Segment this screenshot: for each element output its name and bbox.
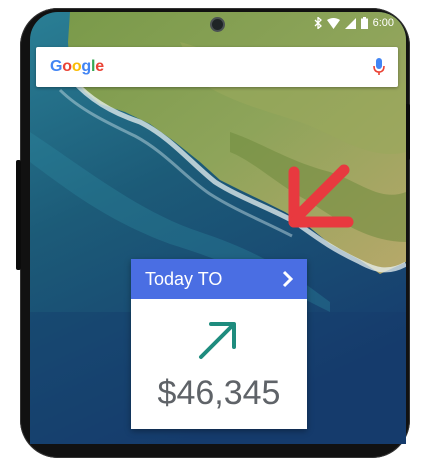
chevron-right-icon[interactable] [279,270,297,288]
widget-amount: $46,345 [157,374,281,412]
wifi-icon [326,17,340,29]
battery-icon [360,17,368,29]
widget-title: Today TO [145,268,223,289]
google-logo: Google [50,58,104,75]
annotation-arrow [288,164,354,228]
phone-screen: 6:00 Google Today TO $46,345 [30,12,406,444]
signal-icon [344,17,356,29]
volume-button [16,160,21,270]
front-camera [210,17,225,32]
status-bar: 6:00 [30,12,406,36]
bluetooth-icon [314,17,322,29]
widget-header[interactable]: Today TO [131,259,307,299]
stock-widget[interactable]: Today TO $46,345 [131,259,307,429]
trend-up-icon [199,322,236,359]
mic-icon[interactable] [372,57,386,77]
status-time: 6:00 [372,17,394,29]
google-search-bar[interactable]: Google [36,47,398,87]
